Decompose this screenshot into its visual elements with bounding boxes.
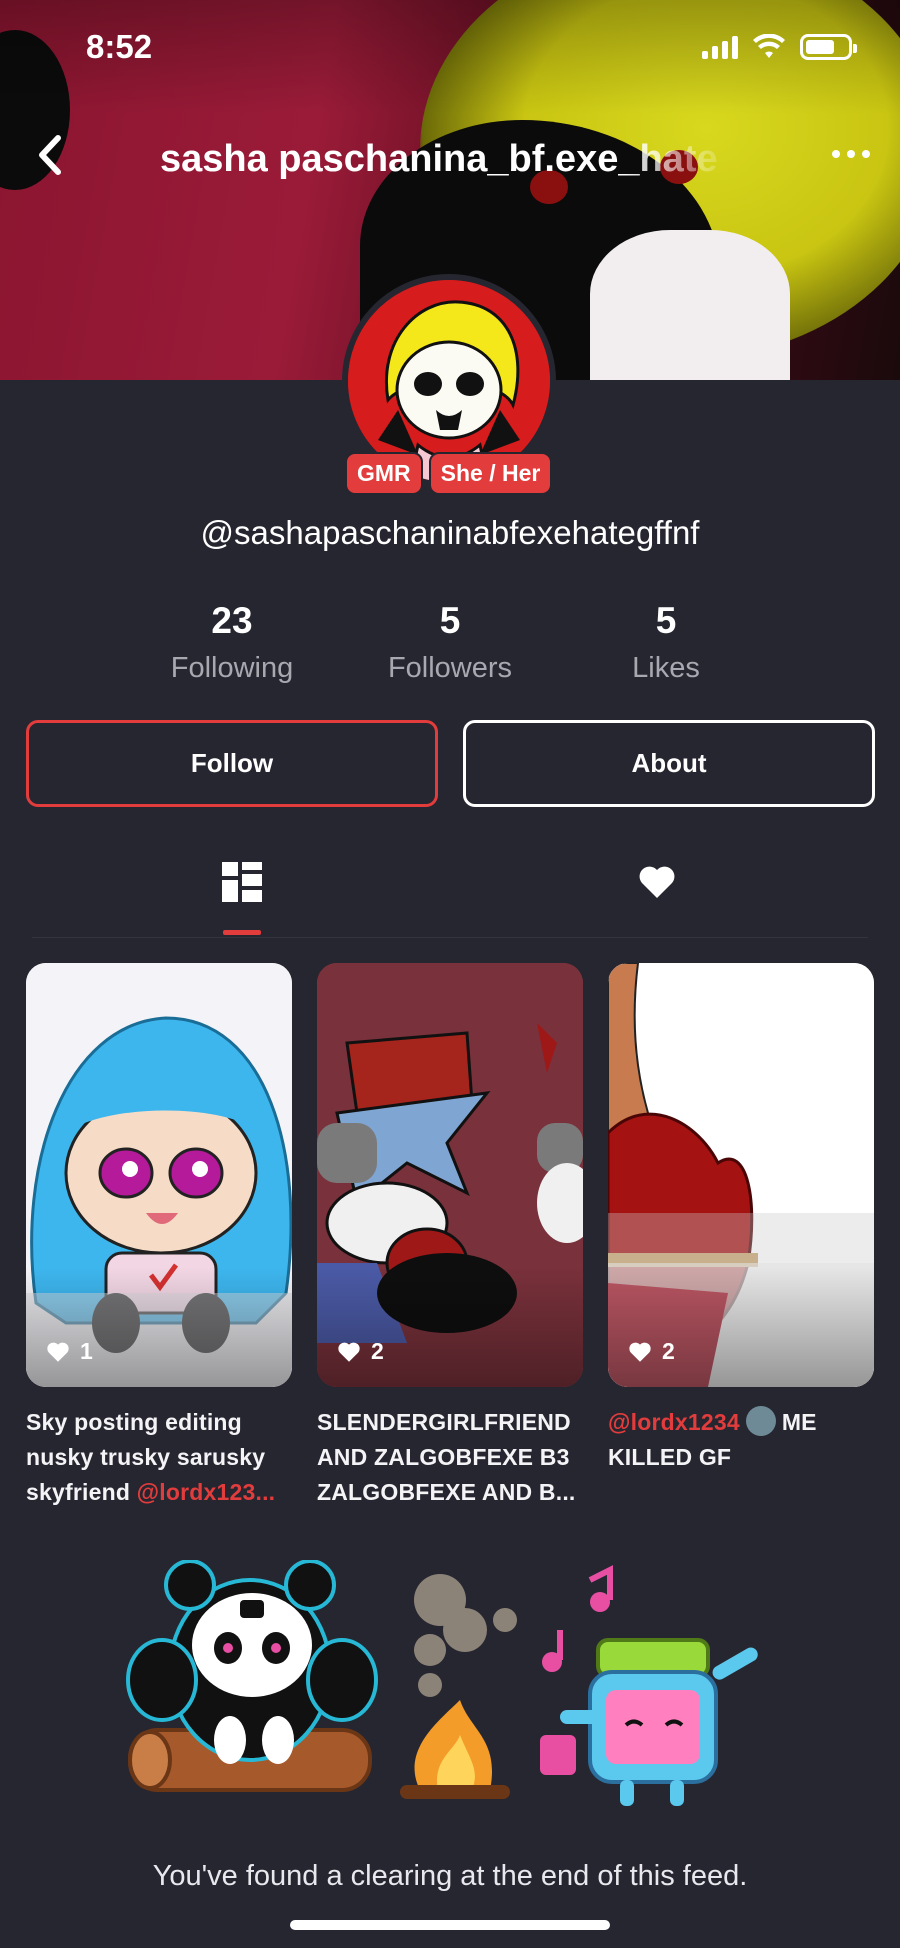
more-horizontal-icon [832,150,840,158]
post-card[interactable]: 1 Sky posting editing nusky trusky sarus… [26,963,292,1510]
post-like-count: 2 [662,1338,675,1364]
stat-likes[interactable]: 5 Likes [556,600,776,685]
post-likes: 1 [46,1338,93,1365]
profile-handle: @sashapaschaninabfexehategffnf [200,514,700,551]
profile-tabs [32,850,868,938]
stat-label: Following [170,652,294,684]
heart-icon [639,866,675,898]
status-time: 8:52 [86,28,153,65]
heart-icon [47,1342,69,1362]
cellular-signal-icon [702,35,738,59]
tab-liked[interactable] [638,864,676,900]
profile-badges: GMR She / Her [345,452,553,495]
tab-posts[interactable] [222,862,262,902]
battery-icon [800,34,857,60]
caption-line: AND ZALGOBFEXE B3 [317,1444,570,1470]
home-indicator[interactable] [290,1920,610,1930]
post-card[interactable]: 2 @lordx1234 ME KILLED GF [608,963,874,1475]
stat-label: Followers [387,652,513,684]
post-image [26,963,292,1387]
stat-value: 5 [439,600,461,641]
grid-icon [222,862,262,902]
heart-icon [338,1342,360,1362]
caption-line: ZALGOBFEXE AND B... [317,1479,576,1505]
active-tab-indicator [223,930,261,935]
back-button[interactable] [30,130,70,180]
post-thumbnail[interactable]: 2 [608,963,874,1387]
post-card[interactable]: 2 SLENDERGIRLFRIEND AND ZALGOBFEXE B3 ZA… [317,963,583,1510]
caption-line: nusky trusky sarusky [26,1444,266,1470]
about-button[interactable]: About [463,720,875,807]
post-caption: @lordx1234 ME KILLED GF [608,1405,874,1475]
stat-label: Likes [632,652,700,684]
mention-link[interactable]: @lordx123... [137,1479,276,1505]
stat-followers[interactable]: 5 Followers [340,600,560,685]
post-caption: Sky posting editing nusky trusky sarusky… [26,1405,292,1510]
end-of-feed-illustration [126,1560,758,1806]
follow-button[interactable]: Follow [26,720,438,807]
stat-value: 23 [211,600,253,641]
caption-line: skyfriend [26,1479,137,1505]
mention-avatar [745,1406,776,1436]
badge-gmr: GMR [345,452,423,495]
wifi-icon [753,34,785,58]
mention-link[interactable]: @lordx1234 [608,1409,740,1435]
end-of-feed-message: You've found a clearing at the end of th… [152,1860,748,1892]
caption-line: KILLED GF [608,1444,732,1470]
caption-line: SLENDERGIRLFRIEND [317,1409,571,1435]
post-thumbnail[interactable]: 1 [26,963,292,1387]
post-likes: 2 [337,1338,384,1365]
post-image [317,963,583,1387]
post-like-count: 1 [80,1338,93,1364]
caption-line: Sky posting editing [26,1409,242,1435]
page-title: sasha paschanina_bf.exe_hate [160,138,718,180]
post-like-count: 2 [371,1338,384,1364]
caption-line: ME [781,1409,817,1435]
post-image [608,963,874,1387]
stat-following[interactable]: 23 Following [122,600,342,685]
post-likes: 2 [628,1338,675,1365]
badge-pronouns: She / Her [428,452,553,495]
post-thumbnail[interactable]: 2 [317,963,583,1387]
heart-icon [629,1342,651,1362]
stat-value: 5 [655,600,677,641]
more-options-button[interactable] [832,150,870,158]
chevron-left-icon [39,135,61,175]
status-icons [702,34,857,60]
post-caption: SLENDERGIRLFRIEND AND ZALGOBFEXE B3 ZALG… [317,1405,583,1510]
